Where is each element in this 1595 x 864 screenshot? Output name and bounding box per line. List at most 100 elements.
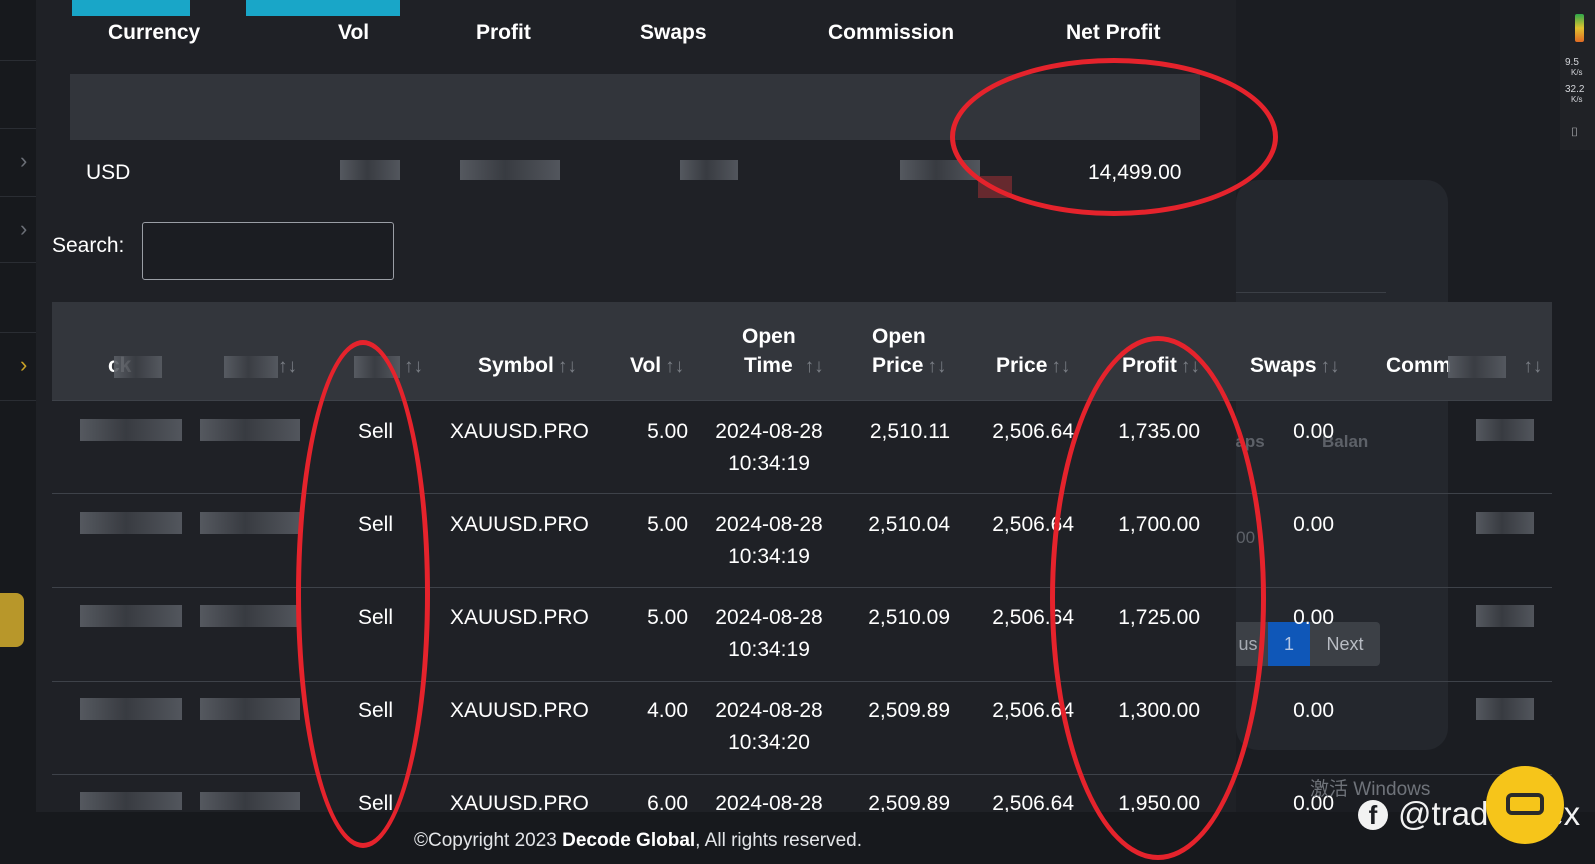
chevron-right-icon[interactable]: › xyxy=(20,354,27,376)
cell-profit: 1,735.00 xyxy=(1118,420,1200,443)
cell-open-price: 2,510.11 xyxy=(869,420,950,443)
cell-open-price: 2,510.04 xyxy=(868,513,950,536)
cell-type: Sell xyxy=(358,420,394,443)
network-gauge-icon xyxy=(1575,14,1584,42)
search-input[interactable] xyxy=(142,222,394,280)
column-header-swaps-label: Swaps xyxy=(1250,354,1317,377)
column-header-open-price[interactable]: Price ↑↓ xyxy=(872,351,946,382)
row-divider xyxy=(52,681,1552,682)
summary-header-commission: Commission xyxy=(828,21,955,44)
download-unit: K/s xyxy=(1571,95,1583,104)
sort-icon: ↑↓ xyxy=(927,356,947,377)
cell-open-date: 2024-08-28 xyxy=(715,420,823,443)
search-label: Search: xyxy=(52,234,125,257)
copyright-text: ©Copyright 2023 Decode Global, All right… xyxy=(414,830,862,852)
redacted-cell xyxy=(200,419,300,441)
left-sidebar xyxy=(0,0,37,864)
cell-open-time: 10:34:19 xyxy=(728,452,810,475)
cell-symbol: XAUUSD.PRO xyxy=(450,699,589,722)
cell-vol: 5.00 xyxy=(647,513,688,536)
cell-price: 2,506.64 xyxy=(992,606,1074,629)
redacted-cell xyxy=(200,792,300,810)
cell-open-date: 2024-08-28 xyxy=(715,513,823,536)
column-header-symbol[interactable]: Symbol ↑↓ xyxy=(478,351,577,382)
action-button[interactable] xyxy=(246,0,400,16)
column-header-open-price-line1[interactable]: Open xyxy=(872,322,926,352)
download-rate: 32.2 xyxy=(1565,84,1585,95)
column-header-price[interactable]: Price ↑↓ xyxy=(996,351,1070,382)
redacted-cell xyxy=(80,698,182,720)
sort-icon: ↑↓ xyxy=(665,356,685,377)
redacted-value xyxy=(978,176,1012,198)
sidebar-divider xyxy=(0,400,36,401)
column-header-open-time-label: Time xyxy=(744,354,793,377)
redacted-cell xyxy=(80,512,182,534)
sort-icon: ↑↓ xyxy=(1523,356,1543,377)
redacted-header xyxy=(354,356,400,378)
camera-icon[interactable]: ⌷ xyxy=(1571,125,1578,140)
row-divider xyxy=(52,493,1552,494)
column-header-vol-label: Vol xyxy=(630,354,662,377)
copyright-brand: Decode Global xyxy=(562,830,696,851)
cell-profit: 1,725.00 xyxy=(1118,606,1200,629)
cell-swaps: 0.00 xyxy=(1293,420,1334,443)
cell-profit: 1,700.00 xyxy=(1118,513,1200,536)
column-header-vol[interactable]: Vol ↑↓ xyxy=(630,351,684,382)
column-header-profit[interactable]: Profit ↑↓ xyxy=(1122,351,1200,382)
summary-net-profit: 14,499.00 xyxy=(1088,161,1182,184)
column-header-symbol-label: Symbol xyxy=(478,354,554,377)
cell-type: Sell xyxy=(358,513,394,536)
sidebar-divider xyxy=(0,262,36,263)
sort-icon: ↑↓ xyxy=(1180,356,1200,377)
cell-type: Sell xyxy=(358,606,394,629)
chevron-right-icon[interactable]: › xyxy=(20,150,27,172)
cell-swaps: 0.00 xyxy=(1293,513,1334,536)
redacted-cell xyxy=(80,419,182,441)
summary-currency: USD xyxy=(86,161,131,184)
summary-table-header xyxy=(70,74,1200,140)
sidebar-divider xyxy=(0,332,36,333)
cell-price: 2,506.64 xyxy=(992,699,1074,722)
cell-symbol: XAUUSD.PRO xyxy=(450,420,589,443)
redacted-cell xyxy=(200,698,300,720)
redacted-cell xyxy=(80,605,182,627)
column-header-open-time-line1[interactable]: Open xyxy=(742,322,796,352)
watermark-badge-icon xyxy=(1486,766,1564,844)
cell-open-date: 2024-08-28 xyxy=(715,606,823,629)
redacted-value xyxy=(340,160,400,180)
background-divider xyxy=(1236,292,1386,293)
copyright-prefix: ©Copyright 2023 xyxy=(414,830,563,851)
redacted-cell xyxy=(200,605,300,627)
facebook-logo-icon: f xyxy=(1358,800,1388,830)
summary-header-swaps: Swaps xyxy=(640,21,707,44)
redacted-header xyxy=(1448,356,1506,378)
sidebar-tab-handle[interactable] xyxy=(0,593,24,647)
column-header-profit-label: Profit xyxy=(1122,354,1177,377)
column-header-open-price-label: Price xyxy=(872,354,924,377)
column-header-open-time[interactable]: Time ↑↓ xyxy=(744,351,824,382)
chevron-right-icon[interactable]: › xyxy=(20,218,27,240)
redacted-cell xyxy=(200,512,300,534)
cell-swaps: 0.00 xyxy=(1293,699,1334,722)
redacted-header xyxy=(224,356,278,378)
cell-price: 2,506.64 xyxy=(992,420,1074,443)
cell-vol: 5.00 xyxy=(647,606,688,629)
redacted-cell xyxy=(1476,512,1534,534)
cell-type: Sell xyxy=(358,699,394,722)
sidebar-divider xyxy=(0,196,36,197)
sort-icon: ↑↓ xyxy=(278,356,297,377)
row-divider xyxy=(52,587,1552,588)
copyright-suffix: , All rights reserved. xyxy=(695,830,863,851)
column-header-commission-label: Comm xyxy=(1386,354,1452,377)
redacted-cell xyxy=(80,792,182,810)
summary-header-vol: Vol xyxy=(338,21,370,44)
sort-icon: ↑↓ xyxy=(1051,356,1071,377)
summary-header-net-profit: Net Profit xyxy=(1066,21,1161,44)
upload-rate: 9.5 xyxy=(1565,57,1579,68)
redacted-cell xyxy=(1476,698,1534,720)
sidebar-divider xyxy=(0,60,36,61)
column-header-swaps[interactable]: Swaps ↑↓ xyxy=(1250,351,1340,382)
upload-unit: K/s xyxy=(1571,68,1583,77)
redacted-cell xyxy=(1476,419,1534,441)
cell-open-time: 10:34:19 xyxy=(728,545,810,568)
